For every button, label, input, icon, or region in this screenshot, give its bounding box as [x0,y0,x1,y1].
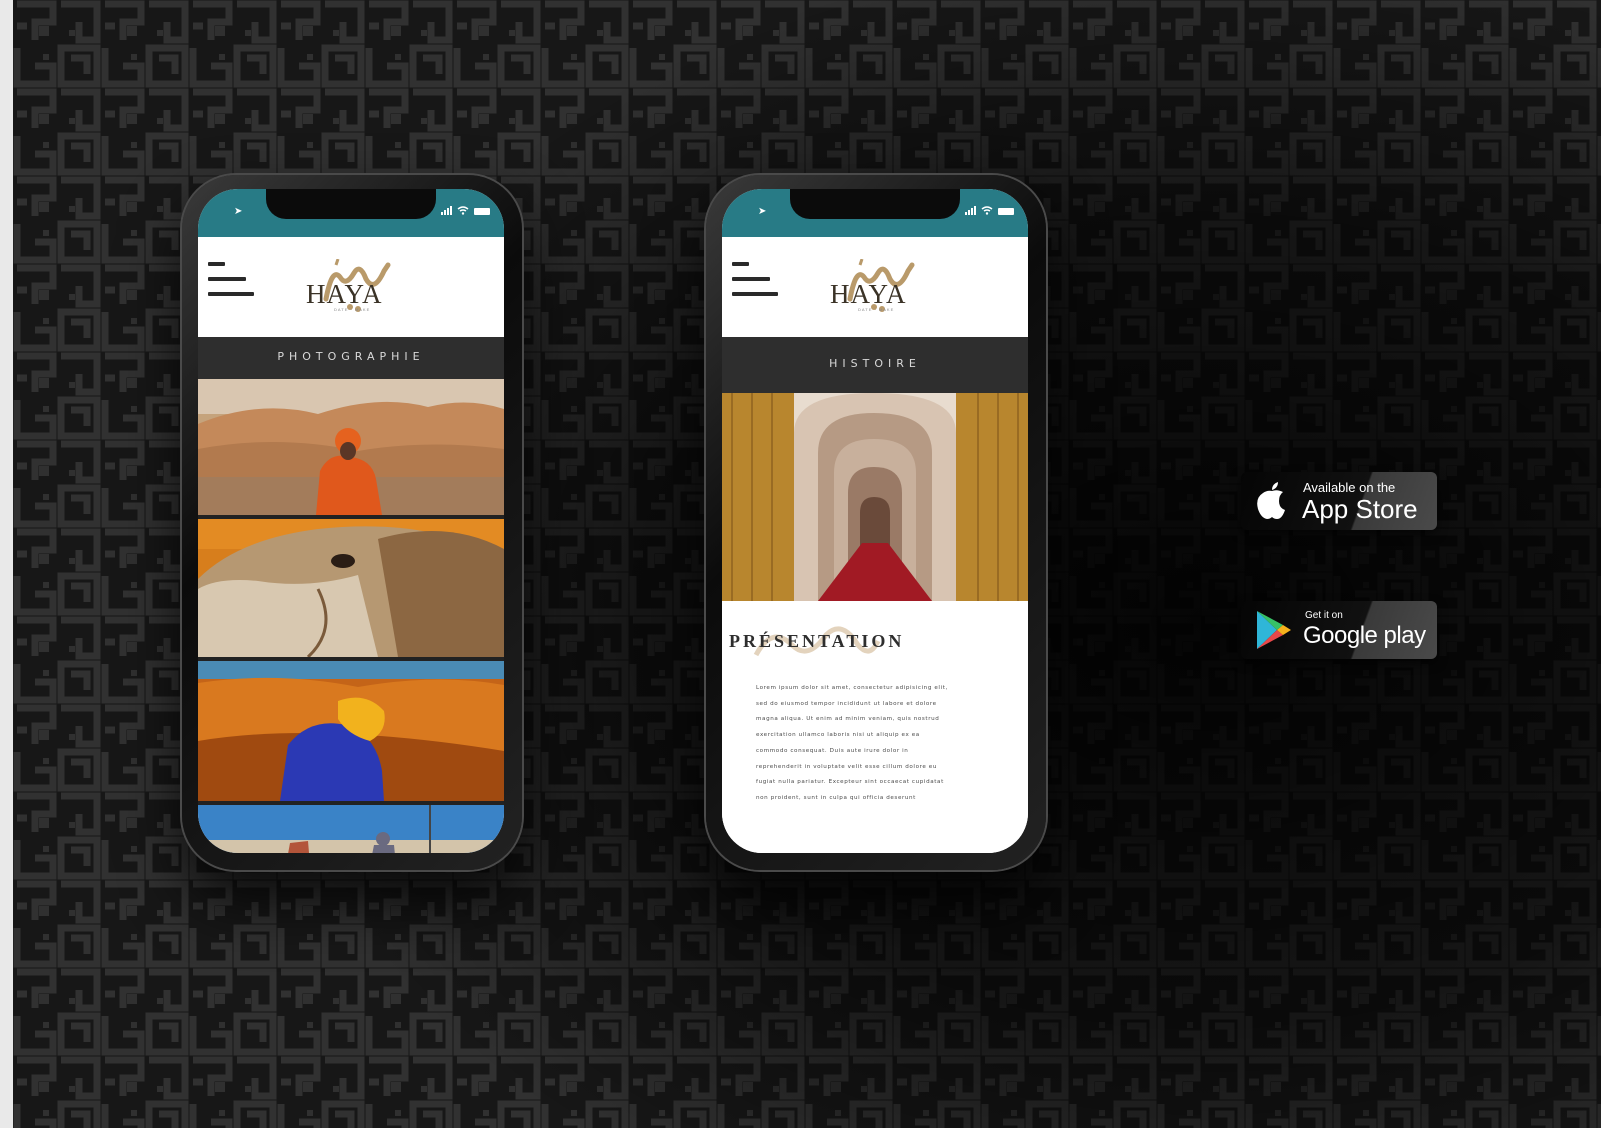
app-store-big-text: App Store [1302,494,1418,524]
logo-wordmark: HAYA [830,279,907,309]
battery-icon [474,208,490,215]
gallery-photo-desert-man[interactable] [198,379,504,519]
phone-mockup-right: ➤ HAYA DATE · MAKE HISTOIRE PRÉSENTATION… [706,175,1046,870]
location-arrow-icon: ➤ [234,206,243,217]
left-edge-strip [0,0,13,1128]
logo-subtitle: DATE · MAKE [858,307,895,312]
status-bar: ➤ [722,189,1028,237]
photo-desert-man [198,379,504,515]
phone-screen-photographie: ➤ HAYA DATE · MAKE PHOTOGRAPHIE [198,189,504,853]
presentation-body-text: Lorem ipsum dolor sit amet, consectetur … [756,685,948,801]
signal-icon [441,206,452,215]
battery-icon [998,208,1014,215]
google-play-big-text: Google play [1303,622,1426,649]
apple-icon [1257,482,1285,519]
app-store-button[interactable]: Available on the App Store [1241,472,1437,530]
presentation-heading: PRÉSENTATION [729,631,905,651]
haya-logo: HAYA DATE · MAKE [830,259,934,317]
gallery-photo-blue-robe[interactable] [198,661,504,805]
photo-mosque-arches [722,393,1028,601]
photo-camel [198,519,504,657]
app-store-small-text: Available on the [1303,480,1396,495]
google-play-small-text: Get it on [1305,610,1343,621]
presentation-section: PRÉSENTATION Lorem ipsum dolor sit amet,… [722,601,1028,853]
phone-screen-histoire: ➤ HAYA DATE · MAKE HISTOIRE PRÉSENTATION… [722,189,1028,853]
hamburger-menu-icon[interactable] [208,262,254,298]
hamburger-menu-icon[interactable] [732,262,778,298]
phone-notch [266,189,436,219]
signal-icon [965,206,976,215]
section-title: PHOTOGRAPHIE [277,350,425,363]
location-arrow-icon: ➤ [758,206,767,217]
wifi-icon [457,206,469,215]
section-title: HISTOIRE [829,357,921,370]
history-photo-mosque-arches[interactable] [722,393,1028,601]
phone-notch [790,189,960,219]
google-play-icon [1257,611,1291,649]
phone-mockup-left: ➤ HAYA DATE · MAKE PHOTOGRAPHIE [182,175,522,870]
photo-camp [198,805,504,853]
logo-subtitle: DATE · MAKE [334,307,371,312]
section-title-bar: PHOTOGRAPHIE [198,337,504,379]
photo-blue-robe [198,661,504,801]
status-bar: ➤ [198,189,504,237]
google-play-button[interactable]: Get it on Google play [1241,601,1437,659]
app-header: HAYA DATE · MAKE [198,237,504,337]
app-header: HAYA DATE · MAKE [722,237,1028,337]
section-title-bar: HISTOIRE [722,337,1028,393]
gallery-photo-camel[interactable] [198,519,504,661]
logo-wordmark: HAYA [306,279,383,309]
gallery-photo-camp[interactable] [198,805,504,853]
wifi-icon [981,206,993,215]
haya-logo: HAYA DATE · MAKE [306,259,410,317]
